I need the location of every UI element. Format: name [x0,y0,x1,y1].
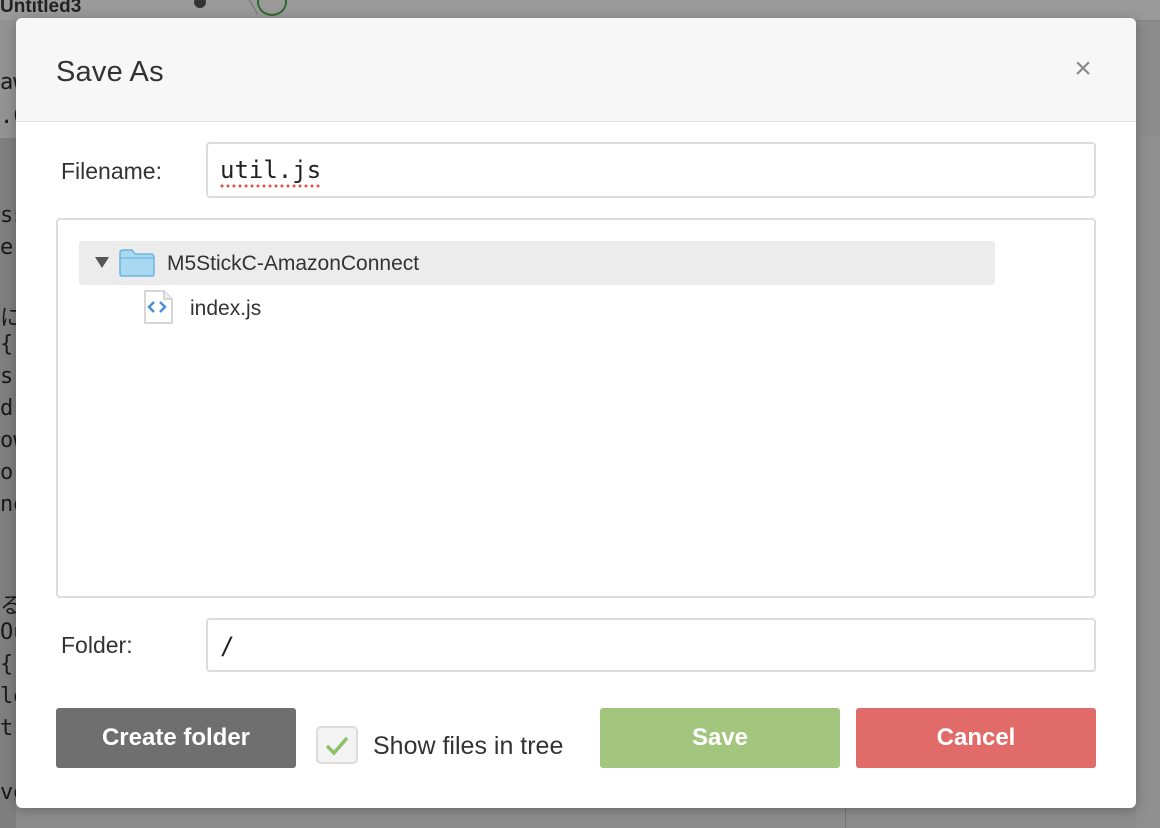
code-line: { [0,332,14,357]
close-icon[interactable]: × [1070,54,1096,84]
tree-folder-row[interactable]: M5StickC-AmazonConnect [79,241,995,285]
editor-side-panel [1136,136,1160,828]
code-line: e( [0,235,16,260]
folder-icon [119,249,155,277]
dialog-title: Save As [56,56,164,88]
folder-value: / [220,632,235,660]
tree-file-label: index.js [190,297,262,320]
folder-tree[interactable]: M5StickC-AmazonConnect index.js [56,218,1096,598]
code-line: る [0,594,16,619]
unsaved-dot-icon [194,0,206,8]
code-line: .C [0,104,16,129]
caret-down-icon[interactable] [95,257,109,268]
code-line: Ou [0,620,16,645]
tree-file-row[interactable]: index.js [138,286,538,330]
folder-label: Folder: [61,632,133,658]
panel-divider [845,808,846,828]
code-file-icon [144,290,173,324]
folder-input[interactable]: / [206,618,1096,672]
code-line: に [0,306,16,331]
code-line: ss [0,203,16,228]
tree-folder-label: M5StickC-AmazonConnect [167,252,420,275]
show-files-checkbox[interactable] [316,726,358,764]
code-line: ne [0,492,16,517]
code-line: { [0,652,14,677]
code-line: le [0,684,16,709]
code-line: s: [0,364,16,389]
code-line: aw [0,70,16,95]
filename-input[interactable]: util.js [206,142,1096,198]
code-line: ve [0,780,16,805]
dialog-header: Save As × [16,18,1136,122]
filename-label: Filename: [61,158,162,184]
save-button[interactable]: Save [600,708,840,768]
new-tab-icon[interactable] [257,0,287,16]
code-line: d: [0,396,16,421]
filename-value: util.js [220,156,322,184]
show-files-label[interactable]: Show files in tree [373,732,563,761]
spellcheck-underline [220,184,322,188]
save-as-dialog: Save As × Filename: util.js M5StickC-Ama… [16,18,1136,808]
create-folder-button[interactable]: Create folder [56,708,296,768]
editor-tab-title[interactable]: Untitled3 [0,0,81,18]
checkmark-icon [325,736,349,756]
code-line: ow [0,428,16,453]
tab-separator [223,0,258,14]
cancel-button[interactable]: Cancel [856,708,1096,768]
code-line: or [0,460,16,485]
code-line: t( [0,716,16,741]
